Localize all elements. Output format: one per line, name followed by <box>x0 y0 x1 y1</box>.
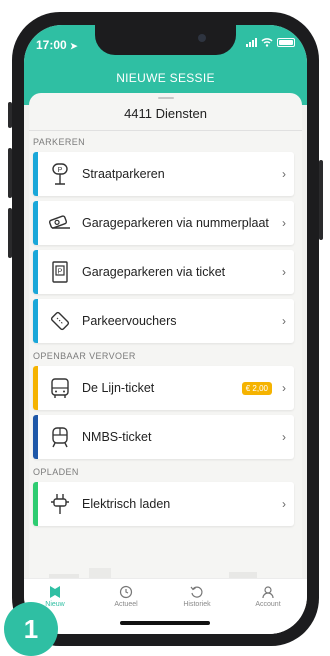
service-label: Straatparkeren <box>82 167 165 181</box>
signal-icon <box>246 37 257 47</box>
phone-screen: 17:00 ➤ NIEUWE SESSIE 4411 Diensten PARK… <box>24 25 307 634</box>
train-icon <box>38 426 82 448</box>
service-item-straatparkeren[interactable]: P Straatparkeren › <box>33 152 294 196</box>
step-marker: 1 <box>4 602 58 656</box>
volume-up-button <box>8 148 12 198</box>
tab-label: Actueel <box>114 601 138 608</box>
service-label: Garageparkeren via nummerplaat <box>82 216 269 230</box>
chevron-right-icon: › <box>282 314 286 328</box>
divider <box>29 130 302 131</box>
tab-label: Nieuw <box>45 601 65 608</box>
power-button <box>319 160 323 240</box>
service-item-garage-nummerplaat[interactable]: Garageparkeren via nummerplaat › <box>33 201 294 245</box>
chevron-right-icon: › <box>282 497 286 511</box>
volume-down-button <box>8 208 12 258</box>
camera-icon <box>198 34 206 42</box>
tab-account[interactable]: Account <box>238 585 298 608</box>
new-session-icon <box>50 586 60 598</box>
parking-ticket-icon: P <box>38 261 82 283</box>
sheet-handle[interactable] <box>158 97 174 99</box>
wifi-icon <box>261 38 273 47</box>
service-item-garage-ticket[interactable]: P Garageparkeren via ticket › <box>33 250 294 294</box>
parking-meter-icon: P <box>38 163 82 185</box>
chevron-right-icon: › <box>282 216 286 230</box>
chevron-right-icon: › <box>282 430 286 444</box>
plug-icon <box>38 493 82 515</box>
service-label: Garageparkeren via ticket <box>82 265 226 279</box>
account-icon <box>262 586 274 599</box>
status-time: 17:00 ➤ <box>36 38 78 52</box>
chevron-right-icon: › <box>282 381 286 395</box>
service-label: De Lijn-ticket <box>82 381 155 395</box>
clock-icon <box>119 585 133 599</box>
svg-text:P: P <box>58 269 63 276</box>
chevron-right-icon: › <box>282 265 286 279</box>
service-item-de-lijn[interactable]: De Lijn-ticket € 2,00 › <box>33 366 294 410</box>
tab-actueel[interactable]: Actueel <box>96 585 156 608</box>
section-label-parkeren: PARKEREN <box>33 137 86 147</box>
section-label-openbaar-vervoer: OPENBAAR VERVOER <box>33 351 136 361</box>
home-indicator <box>120 621 210 625</box>
services-sheet: 4411 Diensten PARKEREN P Straatparkeren … <box>29 93 302 634</box>
tab-bar: Nieuw Actueel Historiek Account <box>24 578 307 634</box>
svg-text:P: P <box>58 167 63 174</box>
voucher-icon <box>38 310 82 332</box>
tab-historiek[interactable]: Historiek <box>167 585 227 608</box>
service-label: Parkeervouchers <box>82 314 177 328</box>
history-icon <box>190 586 203 598</box>
page-title: NIEUWE SESSIE <box>116 71 215 85</box>
mute-switch <box>8 102 12 128</box>
service-label: NMBS-ticket <box>82 430 152 444</box>
battery-icon <box>277 37 295 47</box>
service-item-nmbs[interactable]: NMBS-ticket › <box>33 415 294 459</box>
camera-icon <box>38 214 82 232</box>
service-label: Elektrisch laden <box>82 497 171 511</box>
notch <box>95 25 236 55</box>
tab-label: Account <box>255 601 281 608</box>
service-item-parkeervouchers[interactable]: Parkeervouchers › <box>33 299 294 343</box>
price-badge: € 2,00 <box>241 381 272 395</box>
chevron-right-icon: › <box>282 167 286 181</box>
section-label-opladen: OPLADEN <box>33 467 79 477</box>
bus-icon <box>38 377 82 399</box>
tab-label: Historiek <box>183 601 211 608</box>
status-icons <box>246 37 295 47</box>
sheet-title: 4411 Diensten <box>124 106 207 121</box>
service-item-elektrisch-laden[interactable]: Elektrisch laden › <box>33 482 294 526</box>
